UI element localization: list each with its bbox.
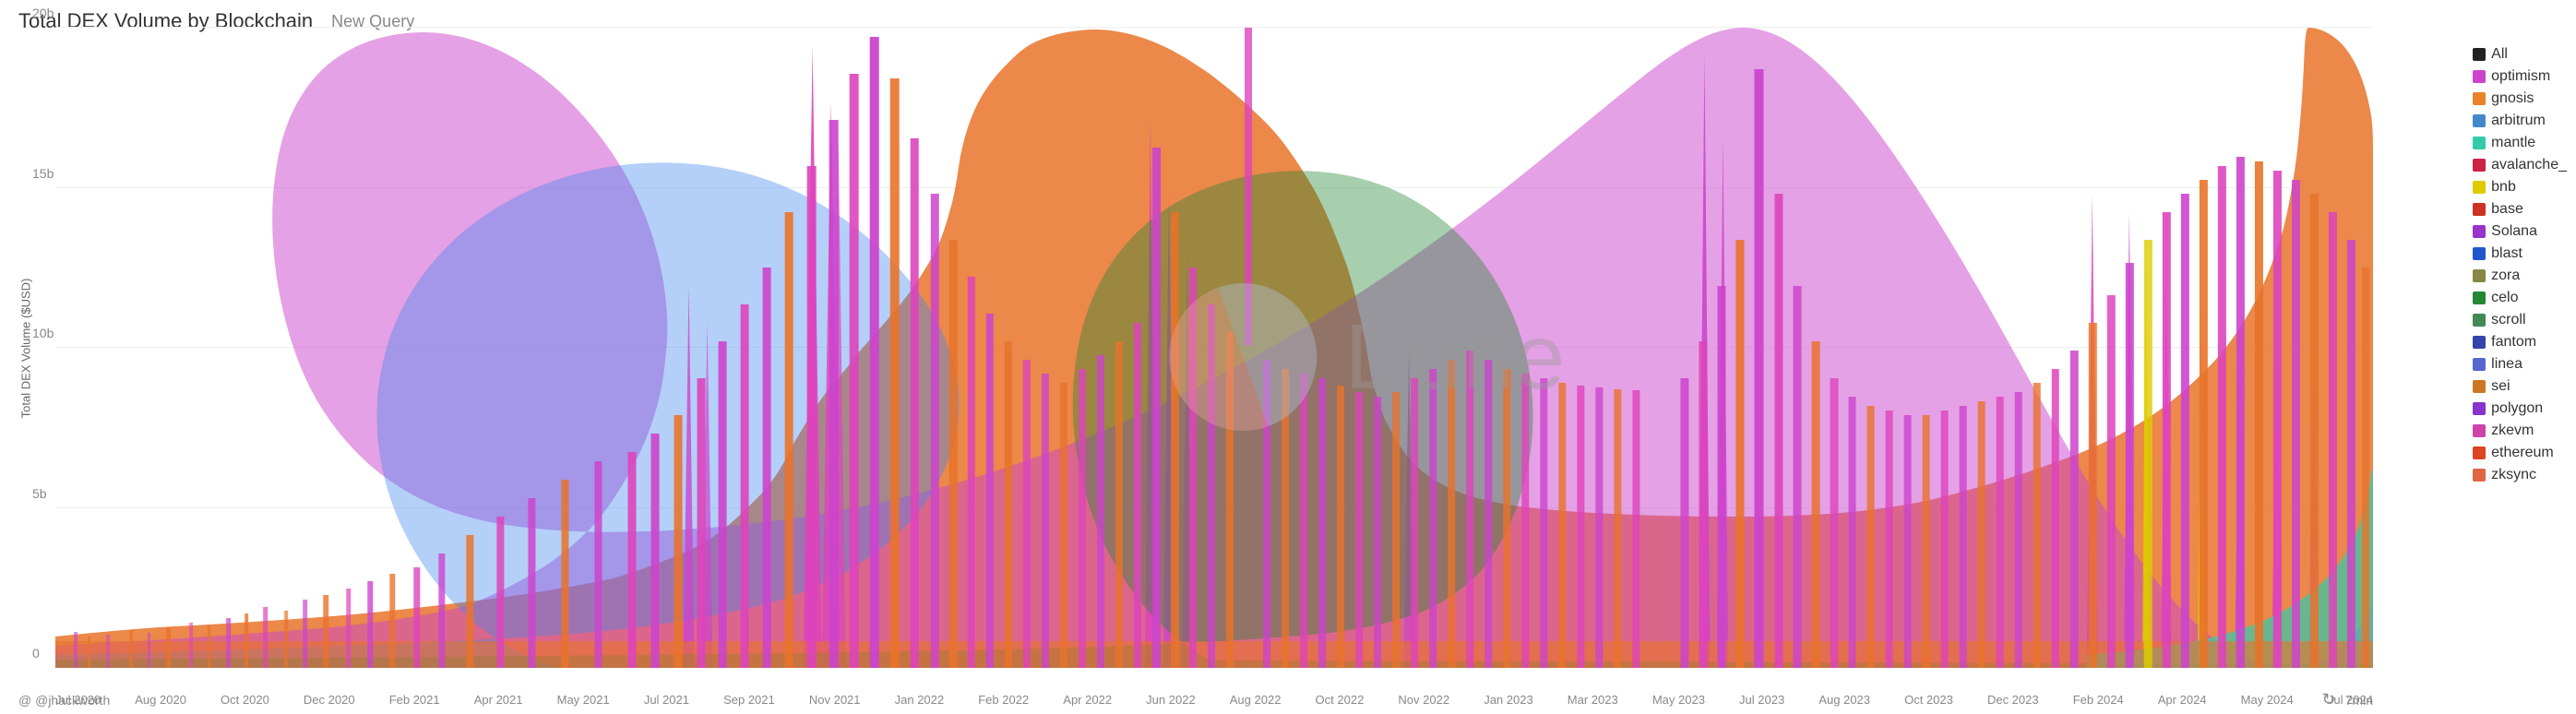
legend-item[interactable]: bnb [2473, 179, 2567, 196]
legend-label: zkevm [2491, 422, 2534, 439]
legend-color-swatch [2473, 159, 2486, 172]
legend-label: sei [2491, 378, 2510, 395]
chart-legend: All optimism gnosis arbitrum mantle avalanche… [2473, 46, 2567, 483]
legend-color-swatch [2473, 424, 2486, 437]
legend-color-swatch [2473, 92, 2486, 105]
legend-item[interactable]: base [2473, 201, 2567, 218]
legend-item[interactable]: optimism [2473, 68, 2567, 85]
footer-right: ↻ 7min [2322, 690, 2373, 709]
legend-item[interactable]: sei [2473, 378, 2567, 395]
legend-label: fantom [2491, 334, 2536, 351]
legend-item[interactable]: All [2473, 46, 2567, 63]
legend-label: ethereum [2491, 445, 2554, 461]
y-label-20b: 20b [32, 6, 54, 20]
refresh-icon[interactable]: ↻ [2322, 690, 2336, 709]
legend-item[interactable]: celo [2473, 290, 2567, 306]
legend-color-swatch [2473, 203, 2486, 216]
legend-label: optimism [2491, 68, 2550, 85]
legend-item[interactable]: scroll [2473, 312, 2567, 328]
legend-item[interactable]: mantle [2473, 135, 2567, 151]
legend-item[interactable]: ethereum [2473, 445, 2567, 461]
legend-label: blast [2491, 245, 2522, 262]
legend-color-swatch [2473, 48, 2486, 61]
legend-color-swatch [2473, 380, 2486, 393]
legend-item[interactable]: blast [2473, 245, 2567, 262]
legend-label: zora [2491, 268, 2520, 284]
legend-color-swatch [2473, 225, 2486, 238]
legend-item[interactable]: arbitrum [2473, 113, 2567, 129]
legend-item[interactable]: fantom [2473, 334, 2567, 351]
chart-container: Total DEX Volume by Blockchain New Query… [0, 0, 2576, 714]
refresh-time: 7min [2345, 693, 2373, 708]
legend-color-swatch [2473, 469, 2486, 482]
legend-label: All [2491, 46, 2508, 63]
legend-item[interactable]: linea [2473, 356, 2567, 373]
legend-color-swatch [2473, 314, 2486, 327]
legend-item[interactable]: zora [2473, 268, 2567, 284]
legend-label: bnb [2491, 179, 2516, 196]
legend-label: zksync [2491, 467, 2536, 483]
legend-item[interactable]: Solana [2473, 223, 2567, 240]
legend-item[interactable]: zksync [2473, 467, 2567, 483]
y-axis-label: Total DEX Volume ($USD) [18, 278, 32, 418]
legend-label: celo [2491, 290, 2518, 306]
legend-color-swatch [2473, 292, 2486, 304]
legend-label: gnosis [2491, 90, 2534, 107]
legend-label: linea [2491, 356, 2522, 373]
legend-color-swatch [2473, 336, 2486, 349]
legend-label: scroll [2491, 312, 2525, 328]
legend-color-swatch [2473, 446, 2486, 459]
legend-label: Solana [2491, 223, 2537, 240]
legend-color-swatch [2473, 114, 2486, 127]
attribution: @ @jhackworth [18, 693, 110, 708]
legend-color-swatch [2473, 358, 2486, 371]
y-axis-label-container: Total DEX Volume ($USD) [0, 28, 51, 668]
legend-color-swatch [2473, 247, 2486, 260]
legend-label: avalanche_ [2491, 157, 2567, 173]
legend-color-swatch [2473, 269, 2486, 282]
legend-label: base [2491, 201, 2523, 218]
legend-item[interactable]: gnosis [2473, 90, 2567, 107]
legend-color-swatch [2473, 402, 2486, 415]
legend-item[interactable]: avalanche_ [2473, 157, 2567, 173]
main-chart-svg [55, 28, 2373, 668]
legend-color-swatch [2473, 137, 2486, 149]
legend-item[interactable]: zkevm [2473, 422, 2567, 439]
legend-label: mantle [2491, 135, 2535, 151]
legend-label: polygon [2491, 400, 2543, 417]
legend-label: arbitrum [2491, 113, 2546, 129]
chart-footer: @ @jhackworth ↻ 7min [18, 690, 2373, 709]
legend-item[interactable]: polygon [2473, 400, 2567, 417]
legend-color-swatch [2473, 181, 2486, 194]
legend-color-swatch [2473, 70, 2486, 83]
